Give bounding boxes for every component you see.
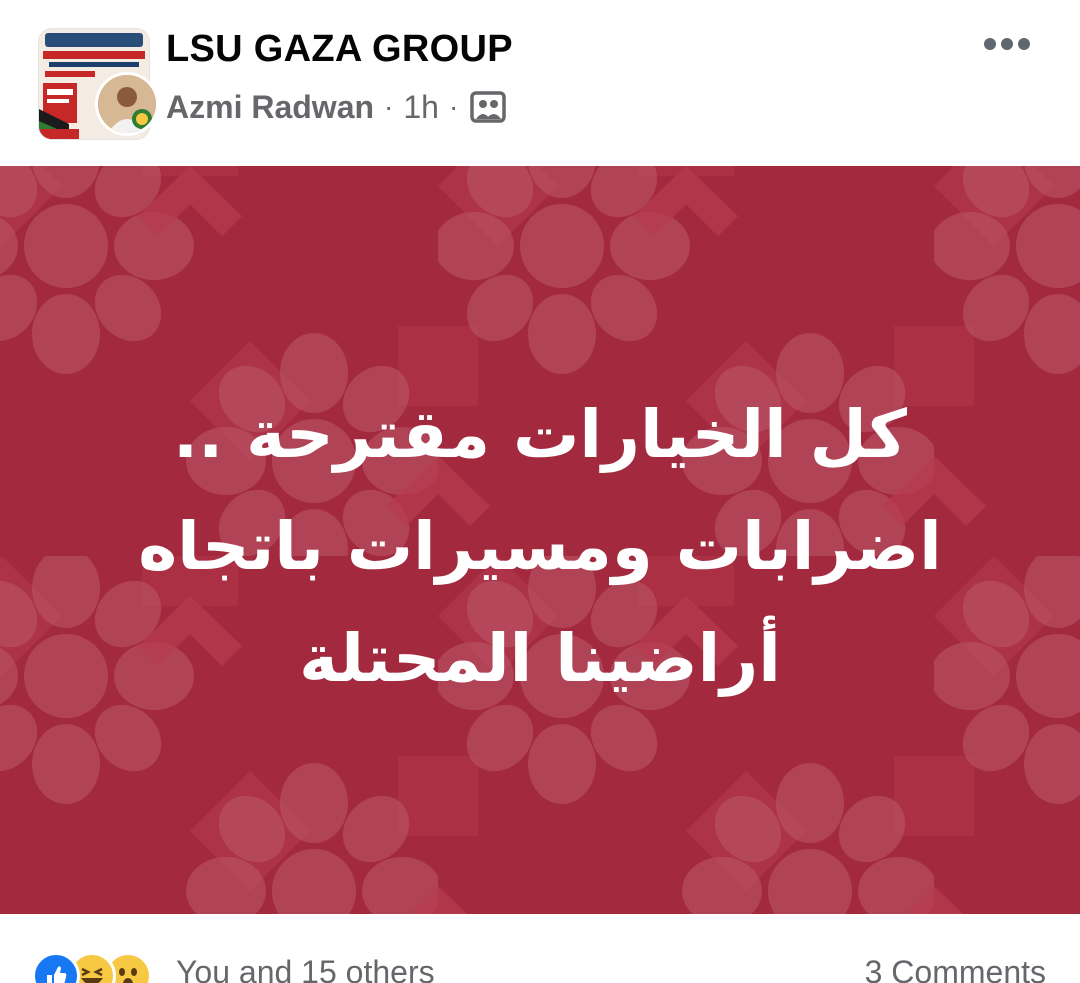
user-avatar-image	[98, 75, 156, 133]
author-name[interactable]: Azmi Radwan	[166, 89, 374, 126]
reaction-icons[interactable]	[32, 952, 152, 983]
reactions-summary[interactable]: You and 15 others	[176, 954, 435, 983]
post-text-line: اضرابات ومسيرات باتجاه	[138, 508, 942, 585]
group-photo-icon	[470, 89, 507, 125]
like-icon	[32, 952, 80, 983]
more-options-button[interactable]	[980, 28, 1034, 60]
user-avatar[interactable]	[95, 72, 159, 136]
post-text: كل الخيارات مقترحة .. اضرابات ومسيرات با…	[100, 379, 980, 715]
post-time[interactable]: 1h	[403, 89, 439, 126]
more-horizontal-icon	[984, 38, 1030, 50]
comments-count[interactable]: 3 Comments	[865, 954, 1046, 983]
feed-post: LSU GAZA GROUP Azmi Radwan · 1h · كل الخ…	[0, 0, 1080, 983]
post-meta: Azmi Radwan · 1h ·	[166, 86, 507, 128]
meta-separator: ·	[384, 91, 394, 122]
post-text-line: أراضينا المحتلة	[299, 620, 781, 697]
post-text-line: كل الخيارات مقترحة ..	[173, 396, 907, 473]
post-image[interactable]: كل الخيارات مقترحة .. اضرابات ومسيرات با…	[0, 166, 1080, 914]
meta-separator: ·	[448, 91, 459, 122]
post-footer: You and 15 others 3 Comments	[0, 914, 1080, 983]
group-name[interactable]: LSU GAZA GROUP	[166, 26, 513, 72]
post-header: LSU GAZA GROUP Azmi Radwan · 1h ·	[0, 0, 1080, 166]
